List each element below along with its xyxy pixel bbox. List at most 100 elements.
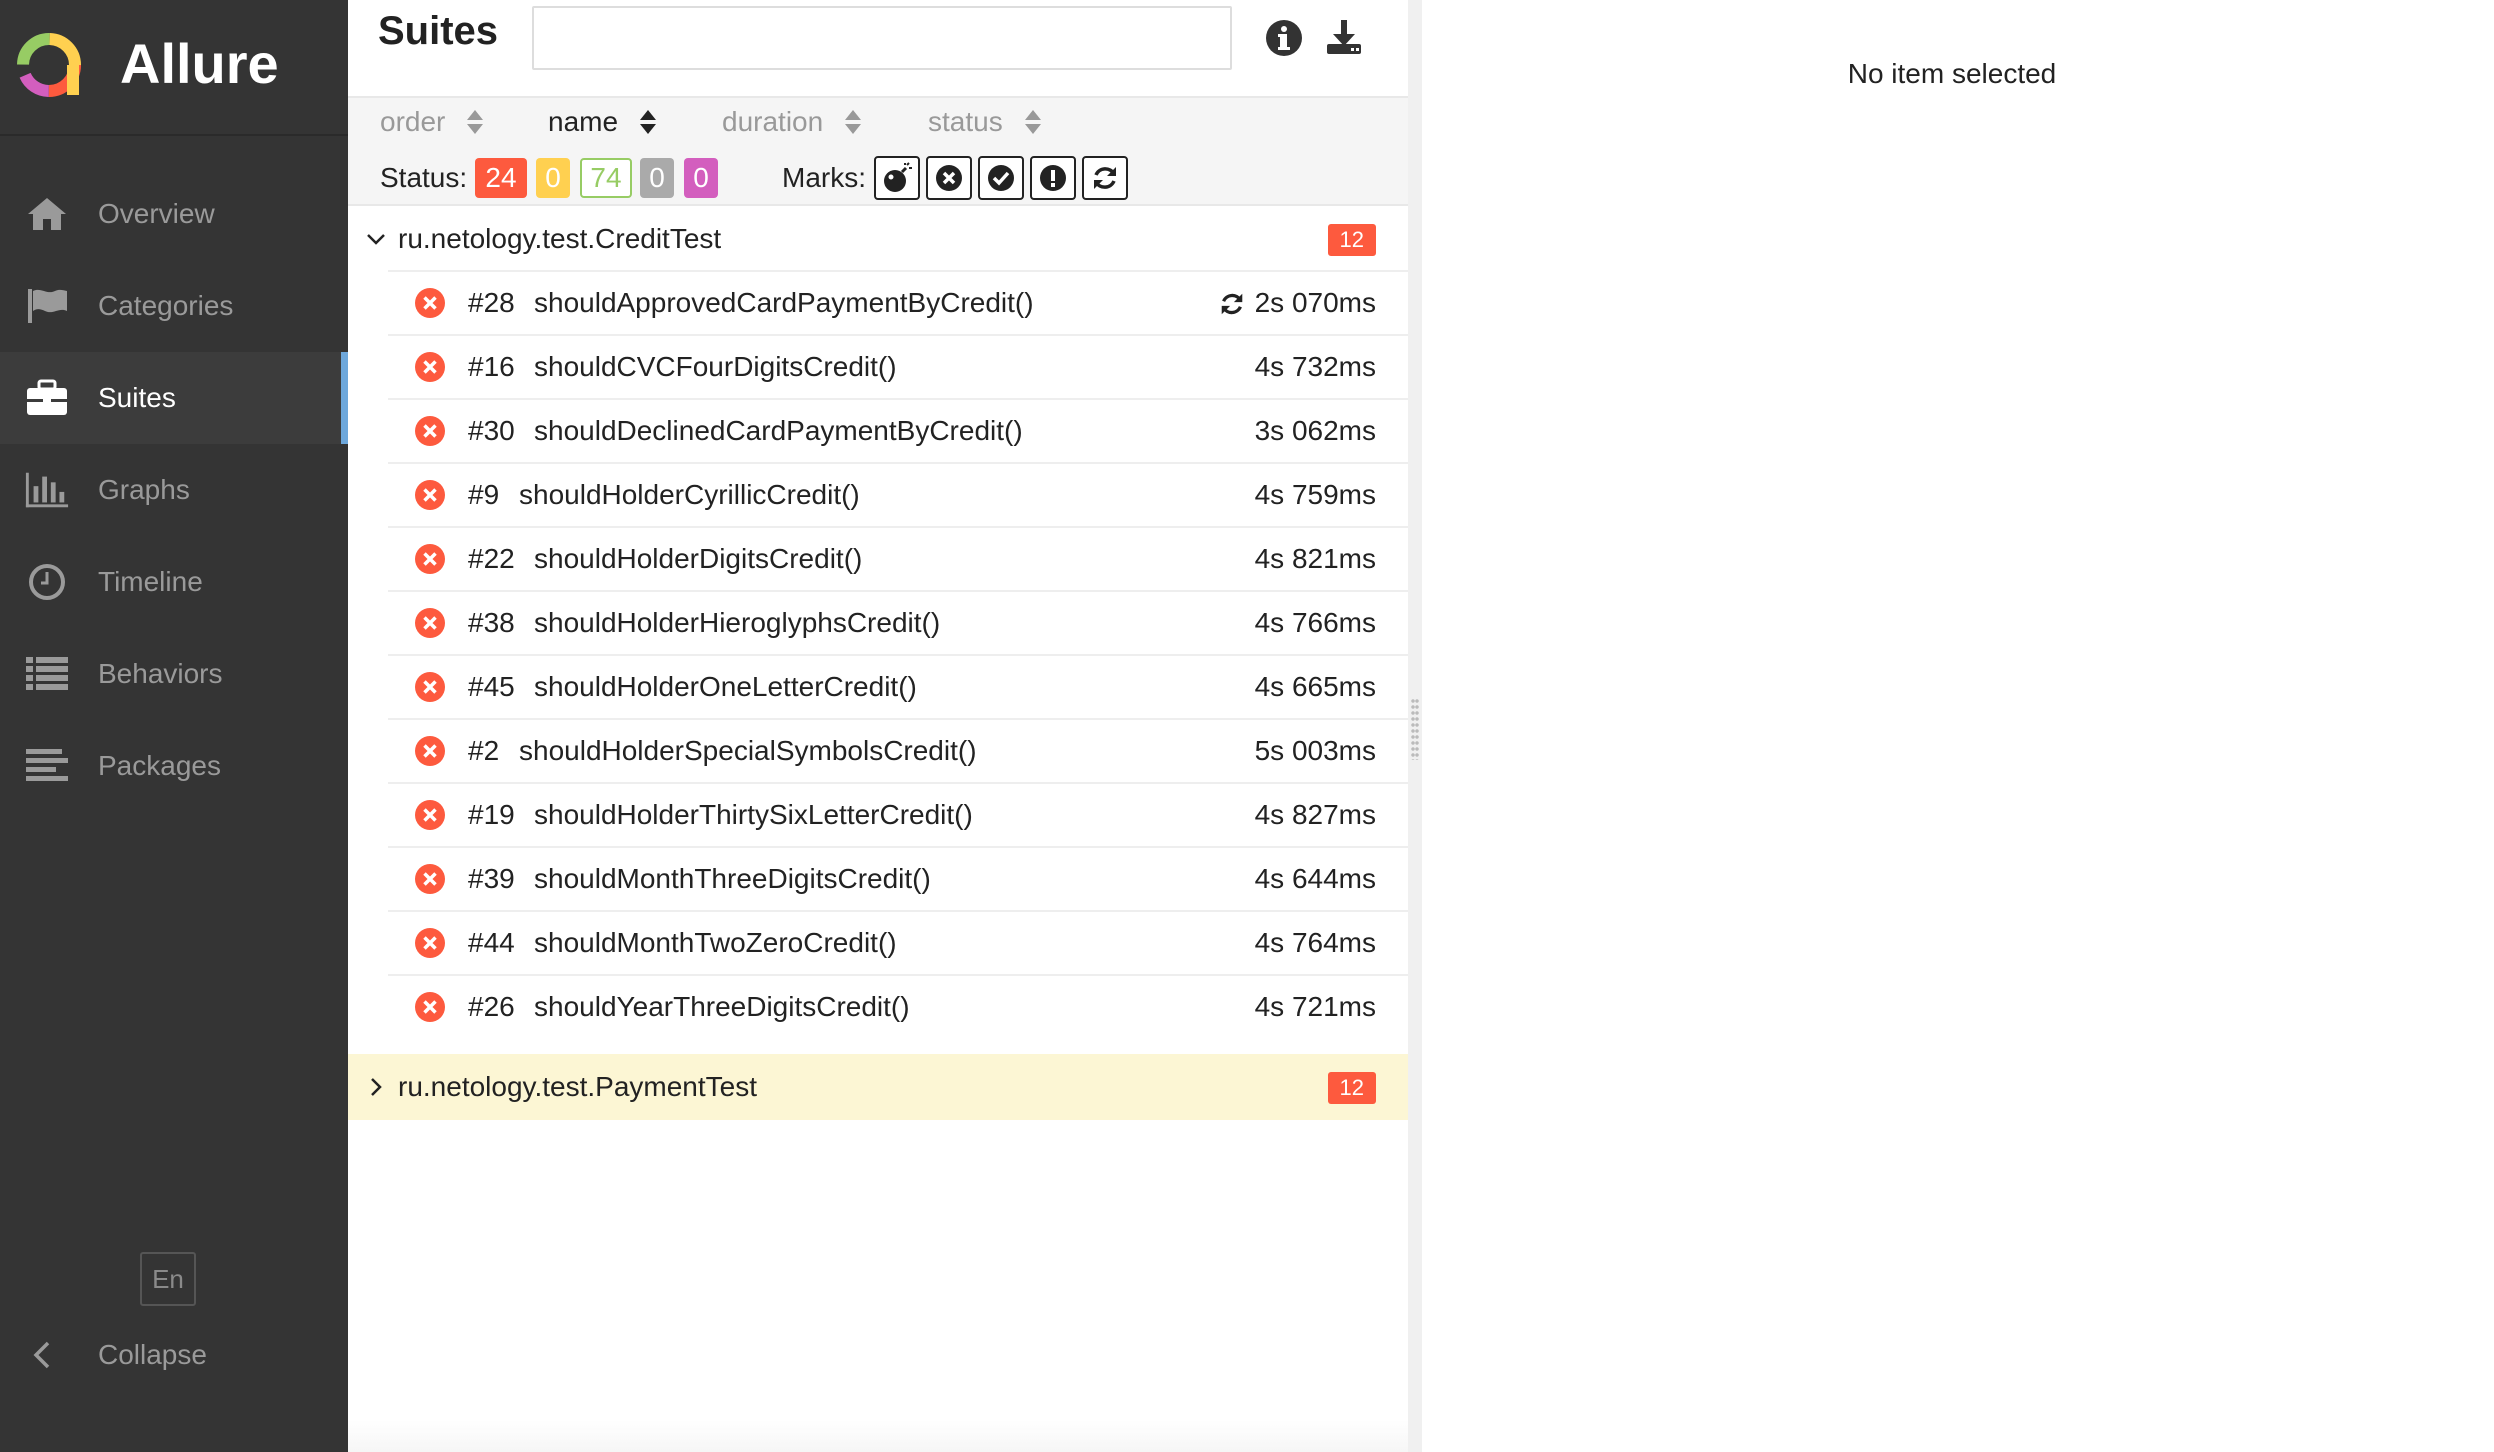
failed-status-icon	[415, 288, 445, 318]
mark-new-passed-button[interactable]	[978, 156, 1024, 200]
clock-icon	[24, 560, 70, 604]
test-duration: 4s 759ms	[1254, 479, 1376, 510]
sort-name[interactable]: name	[548, 104, 657, 140]
suite-group-payment-test[interactable]: ru.netology.test.PaymentTest 12	[348, 1054, 1408, 1120]
test-row[interactable]: #22 shouldHolderDigitsCredit() 4s 821ms	[388, 528, 1408, 592]
test-duration: 4s 821ms	[1254, 543, 1376, 574]
sort-label: duration	[722, 106, 824, 137]
test-order: #16	[468, 351, 515, 382]
failed-status-icon	[415, 608, 445, 638]
failed-status-icon	[415, 992, 445, 1022]
status-broken-toggle[interactable]: 0	[536, 158, 570, 198]
chevron-left-icon	[33, 1341, 50, 1369]
sidebar: Allure Overview Categories Suites Graphs…	[0, 0, 348, 1452]
test-row[interactable]: #28 shouldApprovedCardPaymentByCredit() …	[388, 272, 1408, 336]
app-name: Allure	[120, 32, 279, 95]
sidebar-item-label: Graphs	[98, 474, 190, 505]
brand[interactable]: Allure	[0, 0, 348, 136]
test-row[interactable]: #16 shouldCVCFourDigitsCredit() 4s 732ms	[388, 336, 1408, 400]
test-order: #39	[468, 863, 515, 894]
suite-group-credit-test[interactable]: ru.netology.test.CreditTest 12	[348, 206, 1408, 272]
test-name: shouldMonthThreeDigitsCredit()	[534, 863, 931, 894]
mark-new-failed-button[interactable]	[926, 156, 972, 200]
sort-arrows-icon	[1024, 109, 1041, 135]
exclamation-circle-icon	[1040, 165, 1066, 191]
sort-arrows-icon	[467, 109, 484, 135]
sidebar-item-overview[interactable]: Overview	[0, 168, 348, 260]
sidebar-item-categories[interactable]: Categories	[0, 260, 348, 352]
test-order: #30	[468, 415, 515, 446]
sort-arrows-icon	[845, 109, 862, 135]
refresh-icon	[1094, 167, 1116, 189]
test-order: #9	[468, 479, 500, 510]
test-order: #45	[468, 671, 515, 702]
test-row[interactable]: #2 shouldHolderSpecialSymbolsCredit() 5s…	[388, 720, 1408, 784]
test-row[interactable]: #26 shouldYearThreeDigitsCredit() 4s 721…	[388, 976, 1408, 1040]
failed-status-icon	[415, 416, 445, 446]
test-row[interactable]: #45 shouldHolderOneLetterCredit() 4s 665…	[388, 656, 1408, 720]
status-unknown-toggle[interactable]: 0	[684, 158, 718, 198]
test-row[interactable]: #44 shouldMonthTwoZeroCredit() 4s 764ms	[388, 912, 1408, 976]
sort-label: order	[380, 106, 446, 137]
empty-state-text: No item selected	[1847, 58, 2057, 89]
mark-new-broken-button[interactable]	[1030, 156, 1076, 200]
sidebar-item-suites[interactable]: Suites	[0, 352, 348, 444]
language-button[interactable]: En	[140, 1252, 196, 1306]
test-name: shouldMonthTwoZeroCredit()	[534, 927, 897, 958]
retries-icon	[1221, 293, 1243, 315]
status-passed-toggle[interactable]: 74	[580, 158, 632, 198]
test-name: shouldApprovedCardPaymentByCredit()	[534, 287, 1034, 318]
sort-label: status	[928, 106, 1003, 137]
sort-order[interactable]: order	[380, 104, 484, 140]
sidebar-item-packages[interactable]: Packages	[0, 720, 348, 812]
search-input[interactable]	[532, 6, 1232, 70]
test-name: shouldHolderThirtySixLetterCredit()	[534, 799, 973, 830]
home-icon	[24, 192, 70, 236]
suites-pane: Suites order name duration status Status…	[348, 0, 1408, 1452]
test-name: shouldCVCFourDigitsCredit()	[534, 351, 897, 382]
bomb-icon	[884, 162, 912, 192]
test-name: shouldHolderHieroglyphsCredit()	[534, 607, 941, 638]
pane-header: Suites	[348, 0, 1408, 96]
collapse-label: Collapse	[98, 1339, 207, 1370]
pane-footer	[348, 1420, 1408, 1452]
test-duration: 4s 644ms	[1254, 863, 1376, 894]
marks-filter-label: Marks:	[782, 162, 866, 193]
detail-pane: No item selected	[1422, 0, 2494, 1452]
test-name: shouldHolderDigitsCredit()	[534, 543, 863, 574]
status-failed-toggle[interactable]: 24	[475, 158, 527, 198]
test-row[interactable]: #30 shouldDeclinedCardPaymentByCredit() …	[388, 400, 1408, 464]
failed-status-icon	[415, 480, 445, 510]
status-skipped-toggle[interactable]: 0	[640, 158, 674, 198]
test-order: #44	[468, 927, 515, 958]
test-duration: 4s 766ms	[1254, 607, 1376, 638]
info-icon[interactable]	[1264, 18, 1304, 58]
sidebar-item-label: Behaviors	[98, 658, 223, 689]
sidebar-item-behaviors[interactable]: Behaviors	[0, 628, 348, 720]
test-name: shouldHolderOneLetterCredit()	[534, 671, 917, 702]
test-row[interactable]: #19 shouldHolderThirtySixLetterCredit() …	[388, 784, 1408, 848]
sort-duration[interactable]: duration	[722, 104, 862, 140]
sidebar-item-timeline[interactable]: Timeline	[0, 536, 348, 628]
failed-status-icon	[415, 800, 445, 830]
test-duration: 4s 732ms	[1254, 351, 1376, 382]
failed-status-icon	[415, 736, 445, 766]
test-order: #26	[468, 991, 515, 1022]
splitter-grip-icon[interactable]	[1411, 698, 1419, 760]
test-name: shouldYearThreeDigitsCredit()	[534, 991, 910, 1022]
collapse-button[interactable]: Collapse	[0, 1310, 348, 1400]
test-order: #38	[468, 607, 515, 638]
test-row[interactable]: #9 shouldHolderCyrillicCredit() 4s 759ms	[388, 464, 1408, 528]
test-name: shouldHolderCyrillicCredit()	[519, 479, 860, 510]
failed-count-badge: 12	[1327, 224, 1376, 256]
download-icon[interactable]	[1324, 18, 1364, 58]
mark-flaky-button[interactable]	[874, 156, 920, 200]
test-duration: 4s 827ms	[1254, 799, 1376, 830]
test-duration: 5s 003ms	[1254, 735, 1376, 766]
test-row[interactable]: #39 shouldMonthThreeDigitsCredit() 4s 64…	[388, 848, 1408, 912]
test-order: #28	[468, 287, 515, 318]
sidebar-item-graphs[interactable]: Graphs	[0, 444, 348, 536]
test-row[interactable]: #38 shouldHolderHieroglyphsCredit() 4s 7…	[388, 592, 1408, 656]
sort-status[interactable]: status	[928, 104, 1041, 140]
mark-retries-button[interactable]	[1082, 156, 1128, 200]
